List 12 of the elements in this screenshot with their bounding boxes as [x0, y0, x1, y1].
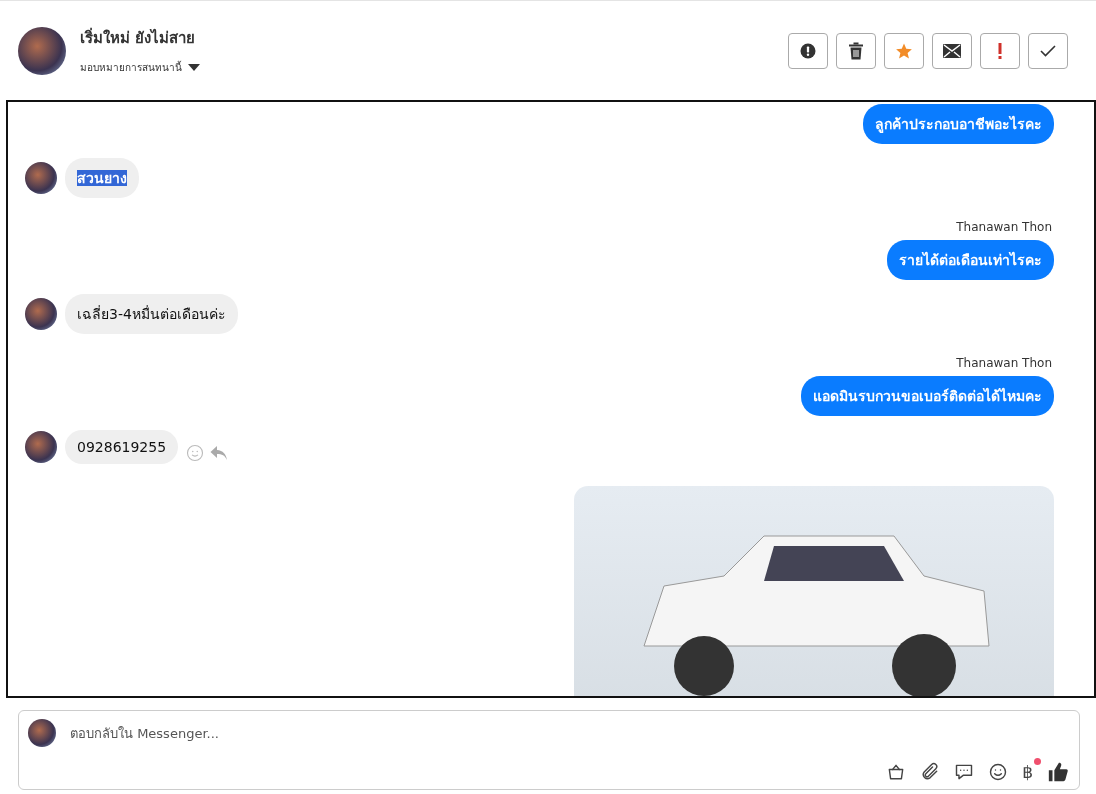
sender-name: Thanawan Thon [956, 356, 1052, 370]
currency-button[interactable]: ฿ [1022, 762, 1033, 782]
reply-box[interactable]: ตอบกลับใน Messenger... ฿ [18, 710, 1080, 790]
message-bubble: สวนยาง [65, 158, 139, 198]
contact-name: เริ่มใหม่ ยังไม่สาย [80, 26, 197, 49]
message-bubble: รายได้ต่อเดือนเท่าไรคะ [887, 240, 1054, 280]
message-bubble: ลูกค้าประกอบอาชีพอะไรคะ [863, 104, 1054, 144]
message-bubble: เฉลี่ย3-4หมื่นต่อเดือนค่ะ [65, 294, 238, 334]
message-bubble: แอดมินรบกวนขอเบอร์ติดต่อได้ไหมคะ [801, 376, 1054, 416]
assign-conversation-label[interactable]: มอบหมายการสนทนานี้ [80, 60, 182, 75]
sender-name: Thanawan Thon [956, 220, 1052, 234]
message-bubble: 0928619255 [65, 430, 179, 464]
